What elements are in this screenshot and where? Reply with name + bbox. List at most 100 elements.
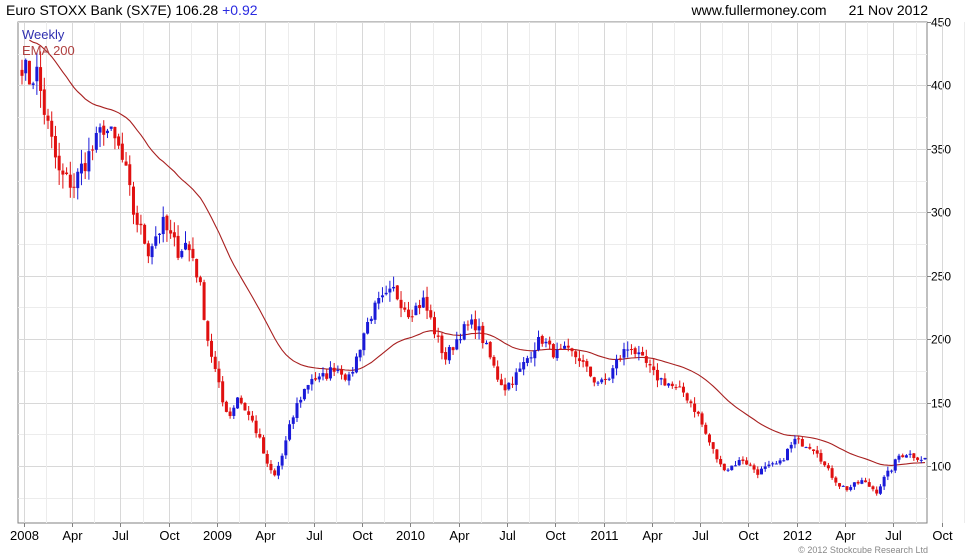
candle-down [176,235,180,258]
candle-up [109,126,113,129]
candle-down [258,433,262,438]
candle-up [358,349,362,358]
candle-down [224,401,228,412]
candle-down [492,356,496,366]
candle-down [748,464,752,466]
candle-up [507,382,511,390]
candle-down [117,136,121,146]
candle-up [373,302,377,320]
candle-down [269,463,273,471]
x-tick-label: 2009 [203,528,232,543]
candle-up [347,374,351,381]
candle-down [436,335,440,337]
candle-down [254,420,258,434]
candle-down [113,126,117,139]
candle-up [537,337,541,350]
candle-up [458,339,462,341]
candle-down [488,342,492,358]
candle-down [715,449,719,460]
x-tick-label: Jul [306,528,323,543]
candle-down [722,463,726,471]
candle-down [629,349,633,351]
candle-down [403,307,407,310]
candle-up [388,288,392,293]
candle-down [425,296,429,311]
candle-up [98,127,102,133]
candle-up [886,470,890,477]
candle-down [418,305,422,309]
candle-up [157,233,161,235]
candle-down [239,397,243,404]
candle-up [180,251,184,258]
candle-up [105,130,109,134]
candle-up [778,460,782,464]
candle-up [789,444,793,449]
candle-up [366,321,370,334]
candle-down [826,465,830,469]
candle-down [39,67,43,91]
candle-down [585,361,589,367]
candle-down [473,319,477,331]
candle-down [221,381,225,403]
candle-up [291,417,295,424]
candle-up [236,397,240,409]
candle-down [633,348,637,355]
candle-up [555,349,559,359]
candle-down [213,356,217,369]
candle-up [31,83,35,85]
candle-up [882,476,886,487]
candle-up [288,424,292,440]
candle-down [696,411,700,414]
candle-up [154,236,158,246]
x-tick-label: Apr [449,528,470,543]
candle-down [901,455,905,458]
candle-down [745,460,749,465]
y-tick-label: 400 [931,79,951,93]
candle-down [135,212,139,225]
candle-down [432,317,436,335]
candle-up [447,347,451,361]
candle-down [243,402,247,411]
candle-up [354,356,358,373]
copyright-text: © 2012 Stockcube Research Ltd [798,545,928,555]
candle-down [644,356,648,363]
candle-down [444,352,448,360]
candle-up [150,246,154,258]
candle-down [652,366,656,371]
price-chart: 100 150 200 250 300 350 400 450 2008 Apr Jul Oct 200… [10,16,965,543]
x-tick-label: Apr [835,528,856,543]
x-tick-label: Apr [62,528,83,543]
candle-down [830,468,834,478]
candle-up [351,372,355,374]
candle-down [559,348,563,350]
candle-up [79,163,83,174]
candle-up [637,352,641,355]
candle-down [819,453,823,462]
candle-up [455,339,459,350]
candle-down [752,465,756,470]
candle-down [83,163,87,172]
candle-down [228,411,232,417]
candle-down [589,366,593,377]
candle-up [299,399,303,403]
candle-up [336,369,340,371]
candle-down [800,439,804,447]
candle-down [250,415,254,421]
candle-down [566,345,570,348]
candle-down [451,347,455,351]
candle-down [808,446,812,449]
candle-down [815,450,819,454]
candle-up [362,333,366,351]
candle-down [198,277,202,283]
candle-down [46,115,50,121]
candle-up [596,382,600,384]
candle-down [707,434,711,443]
candle-up [184,242,188,250]
y-tick-label: 300 [931,206,951,220]
candle-down [711,442,715,449]
candle-down [685,393,689,401]
candle-down [50,120,54,137]
candle-down [912,453,916,459]
candle-down [581,360,585,362]
candle-up [667,383,671,386]
